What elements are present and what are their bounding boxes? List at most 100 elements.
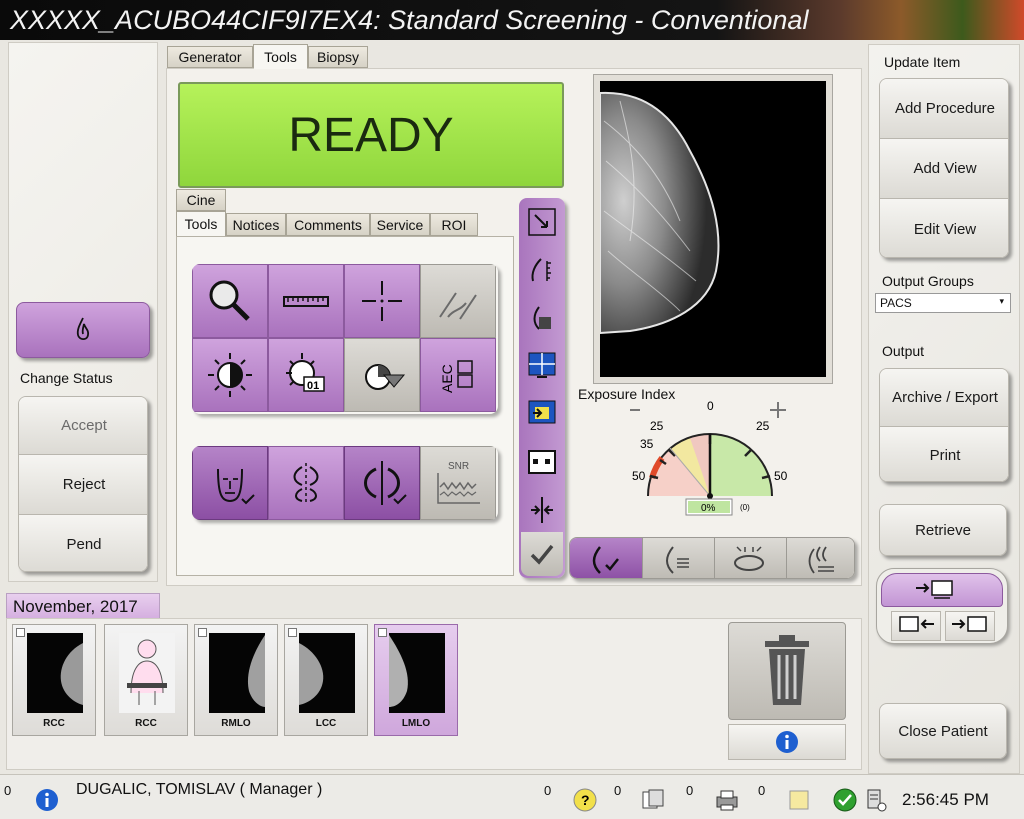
accept-button[interactable]: Accept — [19, 397, 147, 455]
tab-roi[interactable]: ROI — [430, 213, 478, 236]
archive-export-button[interactable]: Archive / Export — [880, 369, 1008, 427]
svg-text:AEC: AEC — [439, 364, 455, 393]
thumbnail-checkbox[interactable] — [378, 628, 387, 637]
svg-text:25: 25 — [650, 419, 664, 433]
close-patient-button[interactable]: Close Patient — [879, 703, 1007, 759]
crosshair-tool[interactable] — [344, 264, 420, 338]
tab-generator[interactable]: Generator — [167, 46, 253, 68]
add-view-button[interactable]: Add View — [880, 139, 1008, 199]
edit-view-button[interactable]: Edit View — [880, 199, 1008, 257]
breast-ruler-button[interactable] — [521, 248, 563, 292]
window-preset-tool[interactable]: 01 — [268, 338, 344, 412]
thumbnail-checkbox[interactable] — [16, 628, 25, 637]
update-item-group: Add Procedure Add View Edit View — [879, 78, 1009, 258]
invert-tool[interactable] — [192, 338, 268, 412]
chevron-down-icon: ▾ — [999, 296, 1004, 306]
breast-mask-button[interactable] — [521, 296, 563, 340]
change-status-button[interactable] — [16, 302, 150, 358]
quad-layout-icon — [528, 352, 556, 378]
printer-icon[interactable] — [714, 787, 740, 813]
svg-text:0: 0 — [707, 399, 714, 413]
crosshair-icon — [362, 281, 402, 321]
svg-text:35: 35 — [640, 437, 654, 451]
mirror-tool[interactable] — [268, 446, 344, 520]
help-icon[interactable]: ? — [572, 787, 598, 813]
title-bar: XXXXX_ACUBO44CIF9I7EX4: Standard Screeni… — [0, 0, 1024, 40]
thumbnail-rcc[interactable]: RCC — [12, 624, 96, 736]
thumbnail-caption: RMLO — [221, 718, 251, 729]
info-icon[interactable] — [34, 787, 60, 813]
svg-text:?: ? — [581, 792, 590, 808]
thumbnail-checkbox[interactable] — [198, 628, 207, 637]
notes-icon[interactable] — [786, 787, 812, 813]
layout-toggle — [876, 568, 1008, 644]
flip-icon — [364, 461, 407, 505]
snr-tool[interactable]: SNR — [420, 446, 496, 520]
view-mode-compress[interactable] — [714, 538, 786, 578]
brightness-preset-icon: 01 — [286, 353, 325, 392]
svg-text:SNR: SNR — [448, 461, 469, 472]
swap-view-button[interactable] — [521, 200, 563, 244]
images-icon[interactable] — [640, 787, 666, 813]
quad-layout-button[interactable] — [521, 344, 563, 388]
view-mode-breast[interactable] — [570, 538, 642, 578]
layout-right-button[interactable] — [945, 611, 995, 641]
output-groups-select[interactable]: PACS ▾ — [875, 293, 1011, 313]
info-button[interactable] — [728, 724, 846, 760]
thumbnail-lmlo[interactable]: LMLO — [374, 624, 458, 736]
zoom-tool[interactable] — [192, 264, 268, 338]
system-ok-icon[interactable] — [832, 787, 858, 813]
tab-biopsy[interactable]: Biopsy — [308, 46, 368, 68]
delete-button[interactable] — [728, 622, 846, 720]
retrieve-button[interactable]: Retrieve — [879, 504, 1007, 556]
swap-icon — [528, 208, 556, 236]
output-group-value: PACS — [880, 296, 912, 310]
window-level-icon — [365, 364, 406, 390]
tab-service[interactable]: Service — [370, 213, 430, 236]
window-level-tool[interactable] — [344, 338, 420, 412]
date-label: November, 2017 — [6, 593, 160, 619]
face-icon — [217, 468, 255, 505]
svg-text:50: 50 — [774, 469, 788, 483]
tab-cine[interactable]: Cine — [176, 189, 226, 211]
reject-button[interactable]: Reject — [19, 455, 147, 515]
view-mode-lines[interactable] — [642, 538, 714, 578]
patient-diagram-icon — [127, 639, 167, 705]
annotate-tool[interactable] — [420, 264, 496, 338]
aec-tool[interactable]: AEC — [420, 338, 496, 412]
mirror-icon — [293, 463, 319, 503]
tool-row-2: SNR — [192, 446, 498, 520]
dual-view-icon — [528, 450, 556, 474]
split-view-button[interactable] — [521, 488, 563, 532]
measure-tool[interactable] — [268, 264, 344, 338]
thumbnail-rmlo[interactable]: RMLO — [194, 624, 278, 736]
magnifier-icon — [209, 280, 250, 321]
thumbnail-rcc-diagram[interactable]: RCC — [104, 624, 188, 736]
face-tool[interactable] — [192, 446, 268, 520]
layout-single-button[interactable] — [881, 573, 1003, 607]
thumbnail-image — [119, 633, 175, 713]
output-groups-label: Output Groups — [882, 273, 974, 289]
layout-left-icon — [899, 616, 934, 632]
tab-comments[interactable]: Comments — [286, 213, 370, 236]
tab-subtools[interactable]: Tools — [176, 211, 226, 237]
accept-view-button[interactable] — [521, 532, 563, 576]
thumbnail-lcc[interactable]: LCC — [284, 624, 368, 736]
tab-tools[interactable]: Tools — [253, 44, 308, 69]
device-status-icon[interactable] — [862, 787, 888, 813]
pend-button[interactable]: Pend — [19, 515, 147, 571]
print-button[interactable]: Print — [880, 427, 1008, 481]
svg-text:0%: 0% — [701, 503, 716, 514]
tab-notices[interactable]: Notices — [226, 213, 286, 236]
svg-text:(0): (0) — [740, 503, 750, 512]
thumbnail-image — [27, 633, 83, 713]
flip-tool[interactable] — [344, 446, 420, 520]
thumbnail-checkbox[interactable] — [288, 628, 297, 637]
view-mode-heat[interactable] — [786, 538, 854, 578]
current-user: DUGALIC, TOMISLAV ( Manager ) — [76, 781, 323, 798]
layout-left-button[interactable] — [891, 611, 941, 641]
add-procedure-button[interactable]: Add Procedure — [880, 79, 1008, 139]
aec-icon: AEC — [439, 360, 473, 393]
export-view-button[interactable] — [521, 392, 563, 436]
dual-view-button[interactable] — [521, 440, 563, 484]
